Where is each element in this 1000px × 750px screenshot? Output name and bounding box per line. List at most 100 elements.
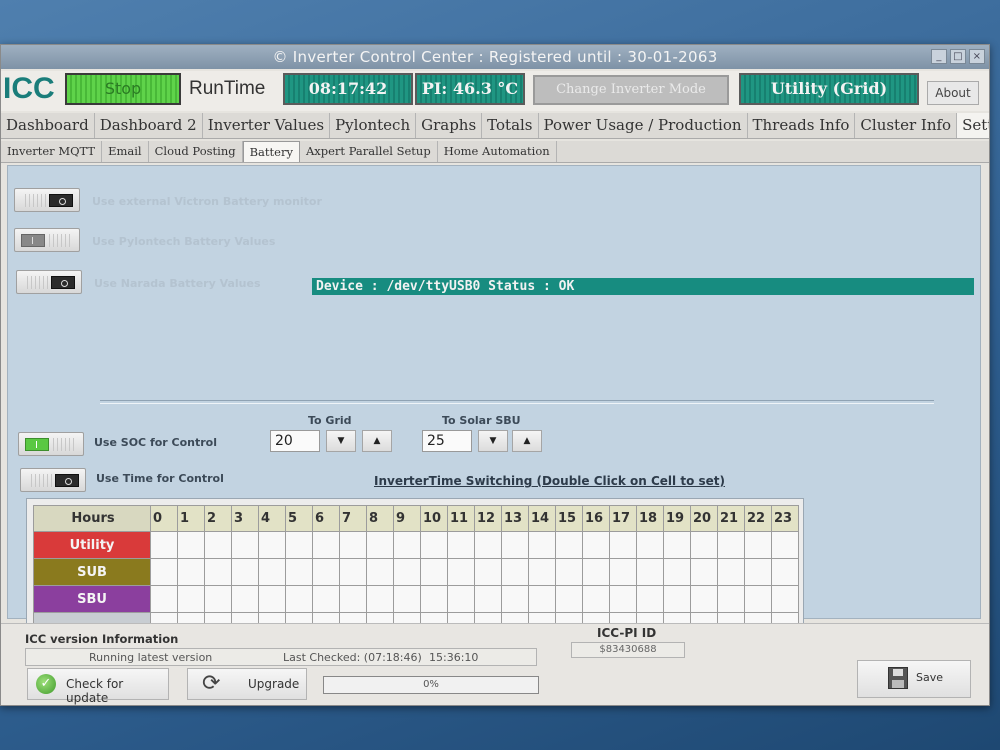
- schedule-cell[interactable]: [339, 531, 367, 559]
- schedule-cell[interactable]: [150, 585, 178, 613]
- schedule-cell[interactable]: [447, 531, 475, 559]
- schedule-cell[interactable]: [663, 531, 691, 559]
- schedule-cell[interactable]: [582, 558, 610, 586]
- schedule-cell[interactable]: [420, 531, 448, 559]
- schedule-cell[interactable]: [177, 531, 205, 559]
- schedule-cell[interactable]: [258, 531, 286, 559]
- schedule-cell[interactable]: [420, 585, 448, 613]
- schedule-cell[interactable]: [393, 585, 421, 613]
- to-solar-down-icon[interactable]: ▼: [478, 430, 508, 452]
- schedule-cell[interactable]: [204, 531, 232, 559]
- schedule-cell[interactable]: [474, 558, 502, 586]
- tab-settings[interactable]: Settings: [957, 113, 989, 138]
- schedule-cell[interactable]: [231, 558, 259, 586]
- schedule-cell[interactable]: [582, 531, 610, 559]
- soc-control-toggle[interactable]: [18, 432, 84, 456]
- schedule-cell[interactable]: [528, 531, 556, 559]
- to-grid-input[interactable]: 20: [270, 430, 320, 452]
- schedule-cell[interactable]: [366, 585, 394, 613]
- subtab-home-automation[interactable]: Home Automation: [438, 141, 557, 162]
- schedule-cell[interactable]: [528, 585, 556, 613]
- check-update-button[interactable]: ✓ Check for update: [27, 668, 169, 705]
- minimize-icon[interactable]: _: [931, 49, 947, 64]
- schedule-cell[interactable]: [501, 558, 529, 586]
- schedule-cell[interactable]: [555, 558, 583, 586]
- maximize-icon[interactable]: □: [950, 49, 966, 64]
- schedule-cell[interactable]: [177, 585, 205, 613]
- subtab-email[interactable]: Email: [102, 141, 149, 162]
- schedule-cell[interactable]: [204, 585, 232, 613]
- schedule-cell[interactable]: [420, 558, 448, 586]
- schedule-cell[interactable]: [474, 585, 502, 613]
- tab-threads-info[interactable]: Threads Info: [748, 113, 856, 138]
- schedule-cell[interactable]: [312, 558, 340, 586]
- schedule-cell[interactable]: [663, 585, 691, 613]
- schedule-cell[interactable]: [501, 531, 529, 559]
- victron-toggle[interactable]: [14, 188, 80, 212]
- schedule-cell[interactable]: [690, 585, 718, 613]
- schedule-cell[interactable]: [555, 585, 583, 613]
- schedule-cell[interactable]: [204, 558, 232, 586]
- schedule-cell[interactable]: [339, 558, 367, 586]
- time-control-toggle[interactable]: [20, 468, 86, 492]
- schedule-cell[interactable]: [717, 585, 745, 613]
- schedule-cell[interactable]: [393, 531, 421, 559]
- subtab-axpert-parallel-setup[interactable]: Axpert Parallel Setup: [300, 141, 438, 162]
- schedule-cell[interactable]: [717, 531, 745, 559]
- schedule-cell[interactable]: [555, 531, 583, 559]
- schedule-cell[interactable]: [582, 585, 610, 613]
- schedule-cell[interactable]: [636, 558, 664, 586]
- schedule-cell[interactable]: [150, 558, 178, 586]
- schedule-cell[interactable]: [744, 585, 772, 613]
- schedule-cell[interactable]: [285, 558, 313, 586]
- schedule-cell[interactable]: [663, 558, 691, 586]
- to-grid-down-icon[interactable]: ▼: [326, 430, 356, 452]
- pylontech-toggle[interactable]: [14, 228, 80, 252]
- schedule-cell[interactable]: [771, 531, 799, 559]
- schedule-cell[interactable]: [285, 531, 313, 559]
- schedule-cell[interactable]: [528, 558, 556, 586]
- schedule-cell[interactable]: [258, 558, 286, 586]
- schedule-cell[interactable]: [339, 585, 367, 613]
- stop-button[interactable]: Stop: [65, 73, 181, 105]
- schedule-cell[interactable]: [609, 558, 637, 586]
- schedule-cell[interactable]: [690, 558, 718, 586]
- subtab-cloud-posting[interactable]: Cloud Posting: [149, 141, 243, 162]
- schedule-cell[interactable]: [744, 558, 772, 586]
- schedule-cell[interactable]: [447, 558, 475, 586]
- schedule-cell[interactable]: [771, 585, 799, 613]
- schedule-cell[interactable]: [231, 585, 259, 613]
- about-button[interactable]: About: [927, 81, 979, 105]
- schedule-cell[interactable]: [312, 531, 340, 559]
- tab-inverter-values[interactable]: Inverter Values: [203, 113, 331, 138]
- to-solar-up-icon[interactable]: ▲: [512, 430, 542, 452]
- schedule-cell[interactable]: [312, 585, 340, 613]
- schedule-cell[interactable]: [231, 531, 259, 559]
- schedule-cell[interactable]: [609, 585, 637, 613]
- schedule-cell[interactable]: [636, 585, 664, 613]
- close-icon[interactable]: ×: [969, 49, 985, 64]
- schedule-cell[interactable]: [393, 558, 421, 586]
- schedule-cell[interactable]: [366, 558, 394, 586]
- tab-power-usage[interactable]: Power Usage / Production: [539, 113, 748, 138]
- schedule-cell[interactable]: [285, 585, 313, 613]
- schedule-cell[interactable]: [366, 531, 394, 559]
- tab-graphs[interactable]: Graphs: [416, 113, 483, 138]
- schedule-cell[interactable]: [474, 531, 502, 559]
- schedule-cell[interactable]: [636, 531, 664, 559]
- subtab-battery[interactable]: Battery: [242, 141, 300, 162]
- save-button[interactable]: Save: [857, 660, 971, 698]
- schedule-cell[interactable]: [501, 585, 529, 613]
- to-grid-up-icon[interactable]: ▲: [362, 430, 392, 452]
- schedule-cell[interactable]: [447, 585, 475, 613]
- schedule-cell[interactable]: [717, 558, 745, 586]
- to-solar-input[interactable]: 25: [422, 430, 472, 452]
- schedule-cell[interactable]: [744, 531, 772, 559]
- subtab-inverter-mqtt[interactable]: Inverter MQTT: [1, 141, 103, 162]
- tab-dashboard-2[interactable]: Dashboard 2: [95, 113, 203, 138]
- schedule-cell[interactable]: [690, 531, 718, 559]
- tab-pylontech[interactable]: Pylontech: [330, 113, 417, 138]
- change-inverter-mode-button[interactable]: Change Inverter Mode: [533, 75, 729, 105]
- schedule-cell[interactable]: [150, 531, 178, 559]
- tab-totals[interactable]: Totals: [482, 113, 539, 138]
